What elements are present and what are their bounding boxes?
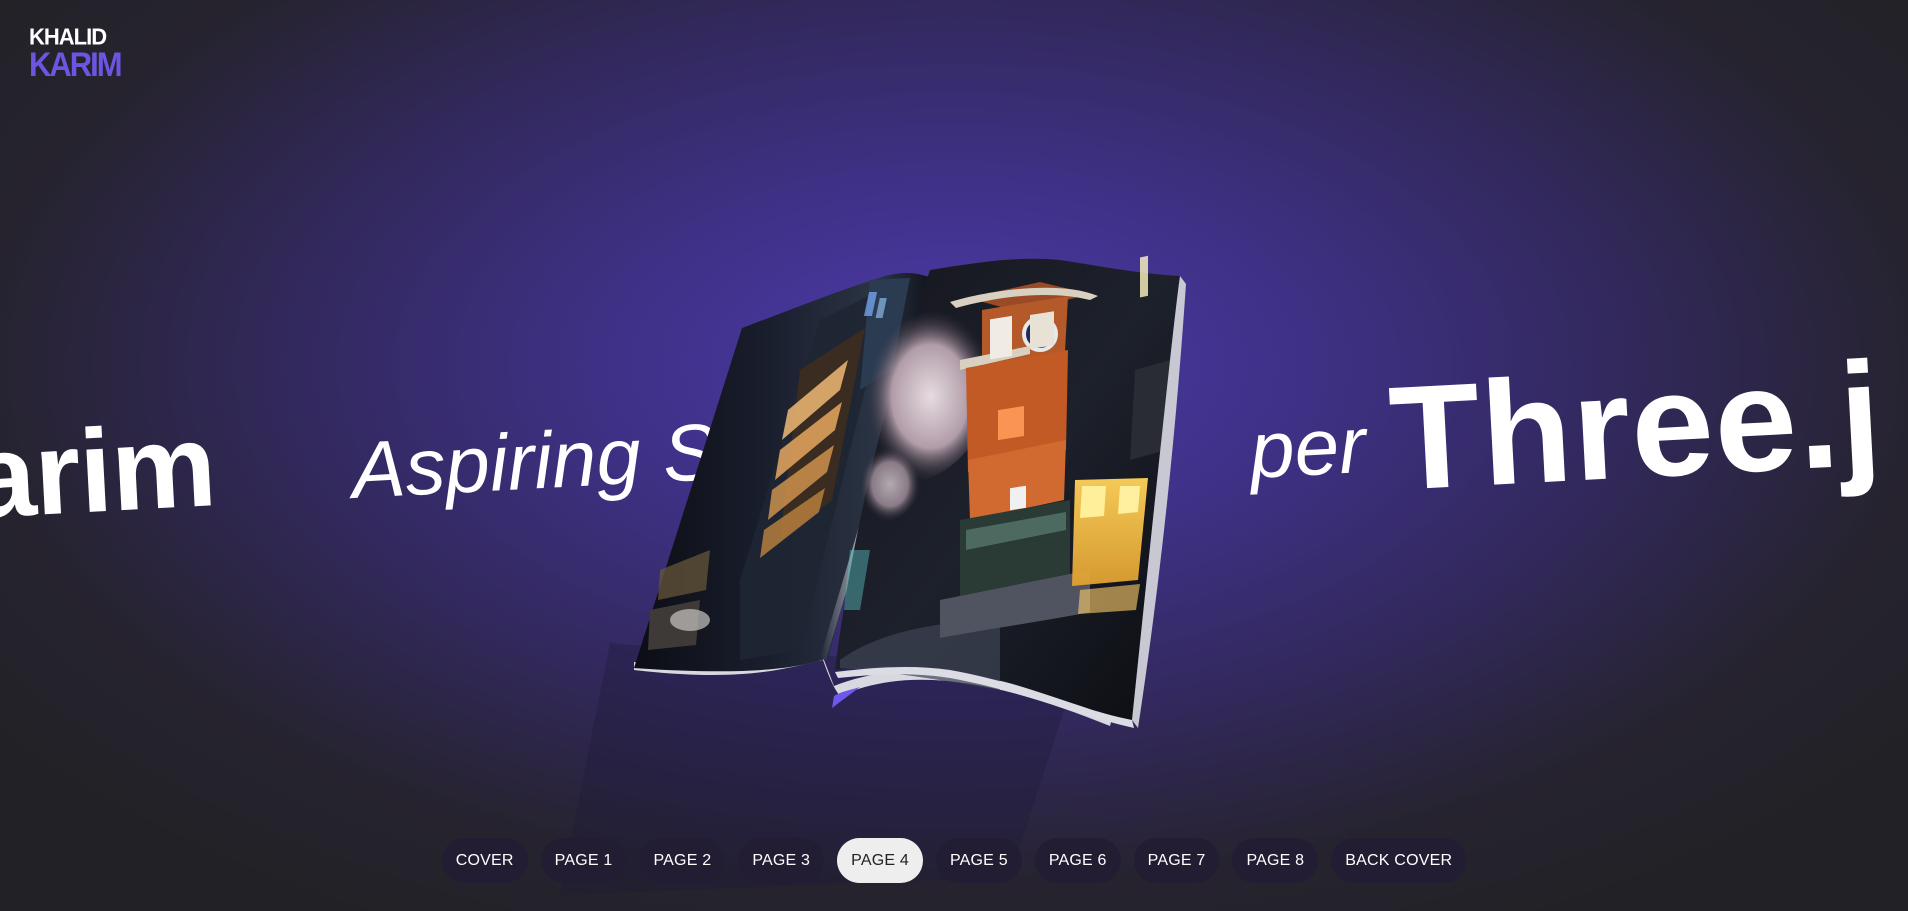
marquee-threejs: Three.j xyxy=(1385,331,1886,522)
logo-line-2: KARIM xyxy=(29,44,123,84)
page-6-button[interactable]: PAGE 6 xyxy=(1034,838,1121,883)
logo[interactable]: KHALID KARIM xyxy=(29,25,123,86)
page-2-button[interactable]: PAGE 2 xyxy=(639,838,726,883)
page-5-button[interactable]: PAGE 5 xyxy=(935,838,1022,883)
cover-button[interactable]: COVER xyxy=(441,838,528,883)
page-3-button[interactable]: PAGE 3 xyxy=(738,838,825,883)
3d-book[interactable] xyxy=(560,250,1280,895)
back-cover-button[interactable]: BACK COVER xyxy=(1331,838,1467,883)
page-4-button[interactable]: PAGE 4 xyxy=(837,838,923,883)
page-7-button[interactable]: PAGE 7 xyxy=(1133,838,1220,883)
marquee-name: arim xyxy=(0,399,219,544)
page-8-button[interactable]: PAGE 8 xyxy=(1232,838,1319,883)
page-1-button[interactable]: PAGE 1 xyxy=(540,838,627,883)
book-illustration xyxy=(560,255,1186,895)
page-navigation: COVER PAGE 1 PAGE 2 PAGE 3 PAGE 4 PAGE 5… xyxy=(0,838,1908,883)
